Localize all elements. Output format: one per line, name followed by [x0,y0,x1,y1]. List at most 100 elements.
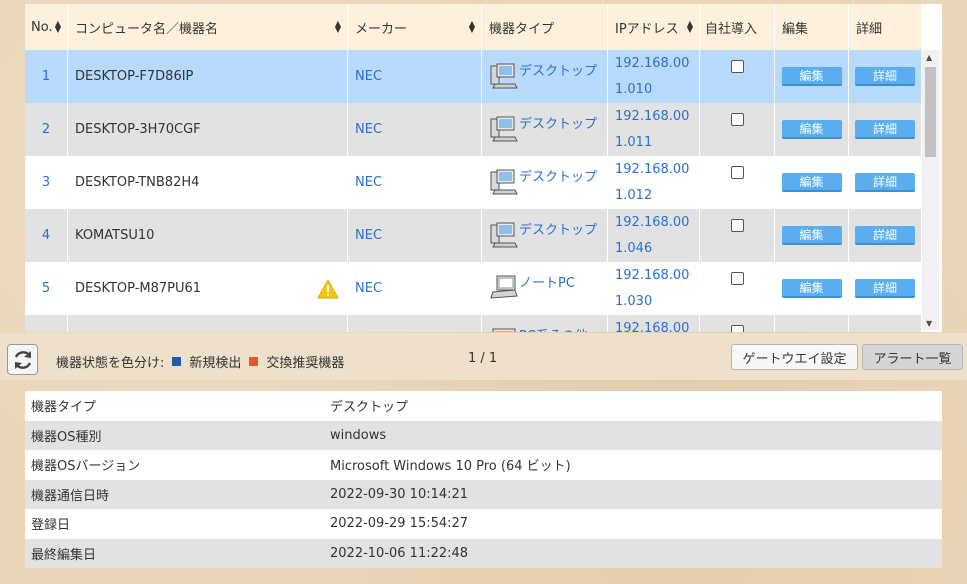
ip-line1: 192.168.00 [615,215,690,230]
row-device-type[interactable]: PC系その他 [482,315,608,332]
row-ip-address[interactable]: 192.168.00 [608,315,700,332]
table-scrollbar[interactable]: ▲ ▼ [922,50,939,330]
detail-button[interactable]: 詳細 [855,279,915,298]
own-install-checkbox[interactable] [730,60,744,73]
laptop-icon [489,272,519,302]
edit-button[interactable]: 編集 [781,279,842,298]
pagination: 1 / 1 [468,351,498,366]
row-no[interactable] [25,315,68,332]
col-maker-label: メーカー [355,21,408,37]
row-ip-address[interactable]: 192.168.00 1.046 [608,209,700,262]
scroll-up-arrow-icon[interactable]: ▲ [926,53,932,62]
own-install-checkbox[interactable] [730,272,744,285]
row-computer-name[interactable]: DESKTOP-TNB82H4 [68,156,348,209]
row-own-cell [700,262,775,315]
row-no[interactable]: 1 [25,50,68,103]
refresh-button[interactable] [7,344,38,375]
maker-text: NEC [355,122,383,137]
row-device-type[interactable]: デスクトップ [482,50,608,103]
table-row[interactable]: 5 DESKTOP-M87PU61 NEC ノートPC 192.168.00 1.030 編… [25,262,922,315]
detail-label: 登録日 [31,518,71,534]
row-ip-address[interactable]: 192.168.00 1.010 [608,50,700,103]
row-device-type[interactable]: デスクトップ [482,103,608,156]
row-maker[interactable] [348,315,482,332]
scroll-down-arrow-icon[interactable]: ▼ [926,319,932,328]
row-ip-address[interactable]: 192.168.00 1.011 [608,103,700,156]
row-no-text[interactable]: 2 [42,122,50,137]
detail-label: 機器OSバージョン [31,459,141,475]
scroll-thumb[interactable] [925,67,936,157]
row-maker[interactable]: NEC [348,209,482,262]
table-row[interactable]: 4 KOMATSU10 NEC デスクトップ 192.168.00 1.046 編集 詳細 [25,209,922,262]
desktop-pc-icon [489,219,519,249]
detail-row: 機器OSバージョン Microsoft Windows 10 Pro (64 ビッ… [25,450,942,480]
row-computer-name[interactable]: DESKTOP-3H70CGF [68,103,348,156]
table-row[interactable]: PC系その他 192.168.00 [25,315,922,332]
col-name-label: コンピュータ名／機器名 [75,21,219,37]
sort-icon[interactable]: ▲ ▼ [687,20,693,34]
edit-button[interactable]: 編集 [781,173,842,192]
detail-value: 2022-10-06 11:22:48 [330,545,469,561]
sort-icon[interactable]: ▲ ▼ [469,20,475,34]
row-maker[interactable]: NEC [348,50,482,103]
table-row[interactable]: 1 DESKTOP-F7D86IP NEC デスクトップ 192.168.00 1.010… [25,50,922,103]
col-no-header[interactable]: No. ▲ ▼ [25,4,68,50]
detail-label: 最終編集日 [31,547,97,563]
computer-name-text: DESKTOP-F7D86IP [75,69,194,84]
row-detail-cell: 詳細 [849,50,922,103]
row-no[interactable]: 2 [25,103,68,156]
detail-button[interactable]: 詳細 [855,173,915,192]
edit-button[interactable]: 編集 [781,226,842,245]
maker-text: NEC [355,281,383,296]
detail-button[interactable]: 詳細 [855,120,915,139]
own-install-checkbox[interactable] [730,166,744,179]
row-own-cell [700,315,775,332]
row-device-type[interactable]: ノートPC [482,262,608,315]
ip-line1: 192.168.00 [615,56,690,71]
row-ip-address[interactable]: 192.168.00 1.012 [608,156,700,209]
row-no-text[interactable]: 1 [42,69,50,84]
edit-button[interactable]: 編集 [781,120,842,139]
device-type-text: デスクトップ [519,170,598,185]
row-computer-name[interactable]: DESKTOP-F7D86IP [68,50,348,103]
row-no-text[interactable]: 5 [42,281,50,296]
row-maker[interactable]: NEC [348,156,482,209]
alert-list-button[interactable]: アラート一覧 [862,344,963,370]
col-maker-header[interactable]: メーカー ▲ ▼ [348,4,482,50]
edit-button[interactable]: 編集 [781,67,842,86]
table-row[interactable]: 3 DESKTOP-TNB82H4 NEC デスクトップ 192.168.00 1.012… [25,156,922,209]
detail-value: デスクトップ [330,400,409,416]
detail-button[interactable]: 詳細 [855,67,915,86]
own-install-checkbox[interactable] [730,325,744,332]
row-device-type[interactable]: デスクトップ [482,209,608,262]
row-computer-name[interactable]: DESKTOP-M87PU61 [68,262,348,315]
table-row[interactable]: 2 DESKTOP-3H70CGF NEC デスクトップ 192.168.00 1.011… [25,103,922,156]
row-maker[interactable]: NEC [348,262,482,315]
row-no[interactable]: 5 [25,262,68,315]
row-no[interactable]: 3 [25,156,68,209]
detail-label: 機器通信日時 [31,488,110,504]
device-detail-panel: 機器タイプ デスクトップ 機器OS種別 windows 機器OSバージョン Microso… [25,391,942,568]
row-device-type[interactable]: デスクトップ [482,156,608,209]
row-maker[interactable]: NEC [348,103,482,156]
row-ip-address[interactable]: 192.168.00 1.030 [608,262,700,315]
row-no-text[interactable]: 3 [42,175,50,190]
device-type-text: PC系その他 [519,325,588,332]
col-name-header[interactable]: コンピュータ名／機器名 ▲ ▼ [68,4,348,50]
gateway-settings-button[interactable]: ゲートウエイ設定 [731,344,858,370]
row-own-cell [700,50,775,103]
sort-icon[interactable]: ▲ ▼ [335,20,341,34]
own-install-checkbox[interactable] [730,113,744,126]
row-no[interactable]: 4 [25,209,68,262]
detail-button[interactable]: 詳細 [855,226,915,245]
own-install-checkbox[interactable] [730,219,744,232]
col-edit-label: 編集 [782,21,809,37]
sort-icon[interactable]: ▲ ▼ [55,20,61,34]
col-ip-header[interactable]: IPアドレス ▲ ▼ [608,4,700,50]
col-own-header: 自社導入 [700,4,775,50]
row-no-text[interactable]: 4 [42,228,50,243]
row-computer-name[interactable]: KOMATSU10 [68,209,348,262]
detail-row: 登録日 2022-09-29 15:54:27 [25,509,942,539]
other-pc-icon [489,325,519,332]
row-computer-name[interactable] [68,315,348,332]
